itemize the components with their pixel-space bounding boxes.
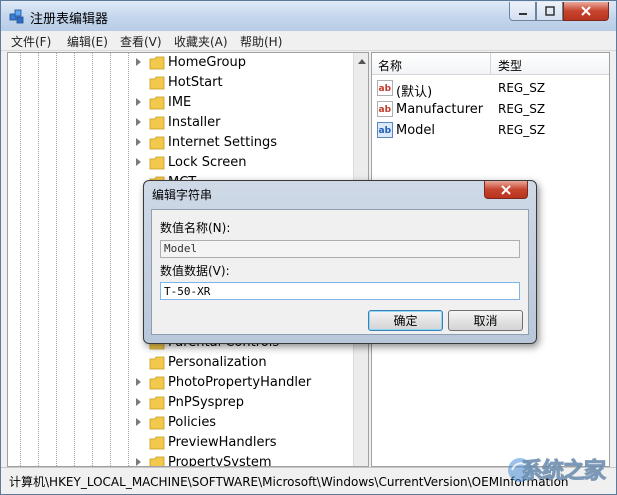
menu-file[interactable]: 文件(F) bbox=[11, 33, 51, 50]
tree-item-label: Personalization bbox=[168, 355, 267, 370]
scroll-up-arrow-icon[interactable] bbox=[358, 59, 366, 64]
close-icon bbox=[501, 184, 511, 195]
value-name-label: 数值名称(N): bbox=[160, 221, 231, 235]
tree-item-pnpsysprep[interactable]: PnPSysprep bbox=[8, 393, 353, 413]
folder-icon bbox=[149, 96, 165, 110]
menu-favorites[interactable]: 收藏夹(A) bbox=[174, 33, 228, 50]
value-type: REG_SZ bbox=[498, 81, 546, 95]
folder-icon bbox=[149, 156, 165, 170]
tree-item-previewhandlers[interactable]: PreviewHandlers bbox=[8, 433, 353, 453]
folder-icon bbox=[149, 436, 165, 450]
dialog-close-button[interactable] bbox=[484, 181, 528, 199]
tree-item-label: IME bbox=[168, 95, 192, 110]
list-item-model[interactable]: ab Model REG_SZ bbox=[372, 120, 609, 141]
tree-item-label: PnPSysprep bbox=[168, 395, 244, 410]
string-value-icon-blue: ab bbox=[377, 122, 393, 138]
list-header: 名称 类型 bbox=[372, 53, 609, 75]
svg-text:ab: ab bbox=[379, 84, 392, 94]
tree-item-label: Internet Settings bbox=[168, 135, 278, 150]
folder-icon bbox=[149, 396, 165, 410]
expand-arrow-icon[interactable] bbox=[136, 378, 141, 386]
column-header-name[interactable]: 名称 bbox=[378, 57, 402, 74]
tree-item-label: Lock Screen bbox=[168, 155, 247, 170]
dialog-title: 编辑字符串 bbox=[152, 188, 213, 202]
column-header-type[interactable]: 类型 bbox=[498, 57, 522, 74]
tree-item-photopropertyhandler[interactable]: PhotoPropertyHandler bbox=[8, 373, 353, 393]
tree-item-label: Installer bbox=[168, 115, 221, 130]
menu-bar: 文件(F) 编辑(E) 查看(V) 收藏夹(A) 帮助(H) bbox=[1, 31, 616, 51]
maximize-icon bbox=[544, 6, 555, 16]
close-button[interactable] bbox=[563, 2, 609, 21]
tree-item-installer[interactable]: Installer bbox=[8, 113, 353, 133]
string-value-icon: ab bbox=[377, 80, 393, 96]
tree-item-homegroup[interactable]: HomeGroup bbox=[8, 53, 353, 73]
folder-icon bbox=[149, 456, 165, 466]
dialog-body: 数值名称(N): Model 数值数据(V): 确定 取消 bbox=[151, 209, 529, 335]
expand-arrow-icon[interactable] bbox=[136, 458, 141, 466]
svg-text:ab: ab bbox=[379, 126, 392, 136]
maximize-button[interactable] bbox=[536, 2, 563, 21]
menu-view[interactable]: 查看(V) bbox=[120, 33, 162, 50]
column-separator[interactable] bbox=[490, 53, 491, 75]
value-type: REG_SZ bbox=[498, 123, 546, 137]
folder-icon bbox=[149, 76, 165, 90]
value-name-field: Model bbox=[160, 240, 520, 258]
tree-item-propertysystem[interactable]: PropertySystem bbox=[8, 453, 353, 467]
expand-arrow-icon[interactable] bbox=[136, 158, 141, 166]
edit-string-dialog: 编辑字符串 数值名称(N): Model 数值数据(V): 确定 取消 bbox=[143, 180, 537, 344]
svg-text:ab: ab bbox=[379, 105, 392, 115]
tree-item-label: Policies bbox=[168, 415, 217, 430]
tree-item-label: PreviewHandlers bbox=[168, 435, 277, 450]
value-name: (默认) bbox=[396, 85, 433, 100]
tree-item-ime[interactable]: IME bbox=[8, 93, 353, 113]
tree-item-label: HomeGroup bbox=[168, 55, 246, 70]
value-name: Model bbox=[396, 123, 436, 138]
menu-edit[interactable]: 编辑(E) bbox=[67, 33, 108, 50]
tree-item-label: PhotoPropertyHandler bbox=[168, 375, 312, 390]
menu-help[interactable]: 帮助(H) bbox=[240, 33, 282, 50]
title-bar[interactable]: 注册表编辑器 bbox=[1, 1, 616, 31]
folder-icon bbox=[149, 376, 165, 390]
string-value-icon: ab bbox=[377, 101, 393, 117]
registry-editor-icon bbox=[9, 9, 24, 24]
folder-icon bbox=[149, 56, 165, 70]
value-name: Manufacturer bbox=[396, 102, 484, 117]
tree-item-hotstart[interactable]: HotStart bbox=[8, 73, 353, 93]
list-item-default[interactable]: ab (默认) REG_SZ bbox=[372, 78, 609, 100]
folder-icon bbox=[149, 136, 165, 150]
expand-arrow-icon[interactable] bbox=[136, 418, 141, 426]
folder-icon bbox=[149, 416, 165, 430]
value-data-input[interactable] bbox=[160, 282, 520, 300]
value-data-label: 数值数据(V): bbox=[160, 264, 230, 278]
ok-button[interactable]: 确定 bbox=[368, 310, 443, 331]
registry-path: 计算机\HKEY_LOCAL_MACHINE\SOFTWARE\Microsof… bbox=[9, 475, 569, 489]
expand-arrow-icon[interactable] bbox=[136, 98, 141, 106]
tree-item-personalization[interactable]: Personalization bbox=[8, 353, 353, 373]
folder-icon bbox=[149, 116, 165, 130]
watermark-text: 系统之家 bbox=[520, 459, 606, 485]
tree-item-label: PropertySystem bbox=[168, 455, 272, 467]
folder-icon bbox=[149, 356, 165, 370]
tree-item-label: HotStart bbox=[168, 75, 223, 90]
window-title: 注册表编辑器 bbox=[30, 12, 109, 27]
tree-item-internet-settings[interactable]: Internet Settings bbox=[8, 133, 353, 153]
minimize-button[interactable] bbox=[509, 2, 536, 21]
cancel-button[interactable]: 取消 bbox=[448, 310, 523, 331]
minimize-icon bbox=[518, 13, 527, 15]
tree-item-policies[interactable]: Policies bbox=[8, 413, 353, 433]
list-item-manufacturer[interactable]: ab Manufacturer REG_SZ bbox=[372, 99, 609, 120]
expand-arrow-icon[interactable] bbox=[136, 58, 141, 66]
expand-arrow-icon[interactable] bbox=[136, 118, 141, 126]
expand-arrow-icon[interactable] bbox=[136, 138, 141, 146]
expand-arrow-icon[interactable] bbox=[136, 398, 141, 406]
close-icon bbox=[581, 6, 591, 16]
tree-item-lock-screen[interactable]: Lock Screen bbox=[8, 153, 353, 173]
value-type: REG_SZ bbox=[498, 102, 546, 116]
